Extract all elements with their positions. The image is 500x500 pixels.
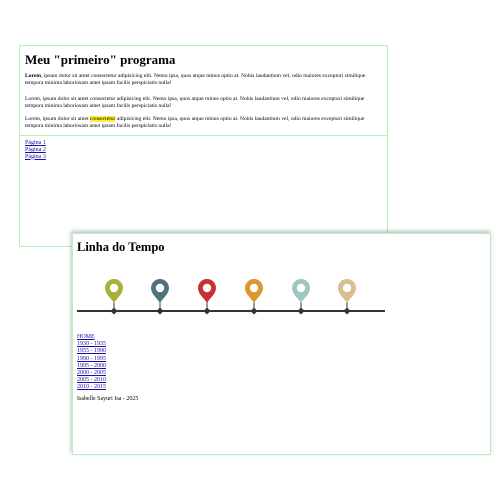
author-footer: Isabelle Sayuri Isa - 2025 bbox=[77, 396, 139, 402]
timeline-title: Linha do Tempo bbox=[77, 240, 165, 254]
link-1995-2000[interactable]: 1995 - 2000 bbox=[77, 363, 106, 370]
timeline-graphic bbox=[77, 279, 385, 315]
highlighted-word: consectetur bbox=[89, 116, 116, 122]
link-1955-1990[interactable]: 1955 - 1990 bbox=[77, 348, 106, 355]
link-2005-2010[interactable]: 2005 - 2010 bbox=[77, 377, 106, 384]
timeline-pin-3 bbox=[198, 279, 216, 315]
page-title: Meu "primeiro" programa bbox=[25, 52, 176, 67]
link-pagina-1[interactable]: Página 1 bbox=[25, 140, 46, 147]
timeline-pin-5 bbox=[292, 279, 310, 315]
link-2010-2015[interactable]: 2010 - 2015 bbox=[77, 384, 106, 391]
page-window-linha-do-tempo: Linha do Tempo HOME 1930 - 1935 1955 - 1… bbox=[72, 233, 491, 455]
link-1930-1935[interactable]: 1930 - 1935 bbox=[77, 341, 106, 348]
paragraph-2: Lorem, ipsum dolor sit amet consectetur … bbox=[25, 96, 383, 110]
link-home[interactable]: HOME bbox=[77, 334, 106, 341]
paragraph-2-text: Lorem, ipsum dolor sit amet consectetur … bbox=[25, 96, 365, 109]
section-divider bbox=[20, 135, 387, 136]
link-1990-1995[interactable]: 1990 - 1995 bbox=[77, 356, 106, 363]
page-links-nav: Página 1 Página 2 Página 3 bbox=[25, 140, 46, 160]
link-2000-2005[interactable]: 2000 - 2005 bbox=[77, 370, 106, 377]
timeline-pin-6 bbox=[338, 279, 356, 315]
link-pagina-2[interactable]: Página 2 bbox=[25, 147, 46, 154]
paragraph-1: Lorem, ipsum dolor sit amet consectetur … bbox=[25, 73, 383, 87]
timeline-pin-4 bbox=[245, 279, 263, 315]
link-pagina-3[interactable]: Página 3 bbox=[25, 154, 46, 161]
timeline-links-nav: HOME 1930 - 1935 1955 - 1990 1990 - 1995… bbox=[77, 334, 106, 392]
paragraph-3-before: Lorem, ipsum dolor sit amet bbox=[25, 116, 90, 122]
page-window-primeiro-programa: Meu "primeiro" programa Lorem, ipsum dol… bbox=[19, 45, 388, 247]
timeline-pin-2 bbox=[151, 279, 169, 315]
paragraph-3: Lorem, ipsum dolor sit amet consectetur … bbox=[25, 116, 383, 130]
paragraph-1-bold-lead: Lorem bbox=[25, 73, 42, 79]
paragraph-1-text: , ipsum dolor sit amet consectetur adipi… bbox=[25, 73, 366, 86]
timeline-pin-1 bbox=[105, 279, 123, 315]
